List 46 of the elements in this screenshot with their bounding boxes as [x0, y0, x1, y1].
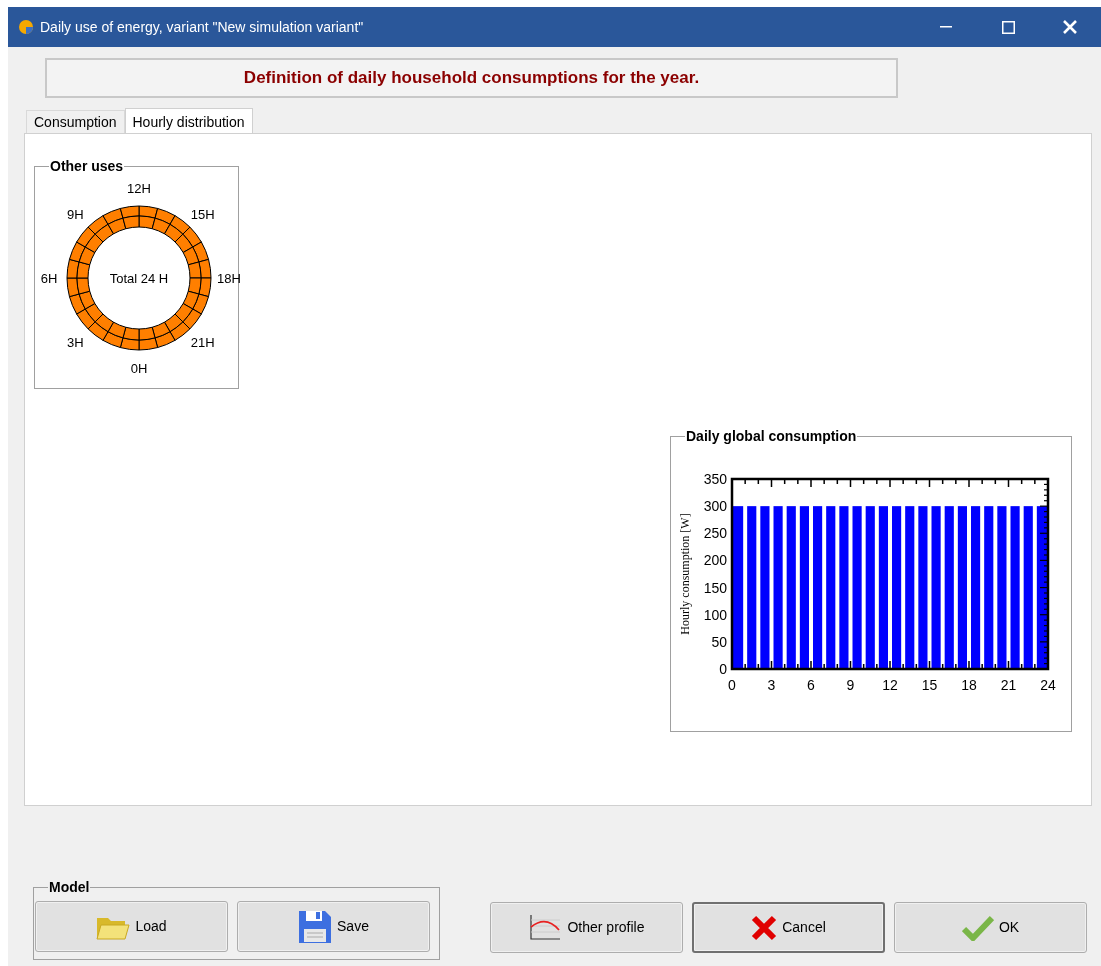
- app-logo-icon: [18, 19, 34, 35]
- header-text: Definition of daily household consumptions for the year.: [243, 67, 700, 90]
- group-title: Daily global consumption: [685, 428, 858, 444]
- x-tick-label: 6: [807, 677, 815, 693]
- hour-label: 3H: [67, 334, 84, 350]
- x-tick-label: 12: [882, 677, 898, 693]
- x-tick-label: 0: [728, 677, 736, 693]
- y-tick-label: 100: [703, 606, 727, 623]
- minimize-icon: [940, 26, 952, 28]
- y-tick-label: 200: [703, 552, 727, 569]
- hour-label: 6H: [40, 271, 58, 286]
- hour-label: 12H: [127, 181, 151, 196]
- y-tick-label: 150: [703, 579, 727, 596]
- x-tick-label: 3: [767, 677, 776, 693]
- dialog-button[interactable]: Load: [35, 901, 228, 952]
- hour-label: 0H: [130, 361, 148, 376]
- hour-label: 18H: [217, 271, 241, 286]
- dialog-button[interactable]: OK: [894, 902, 1087, 953]
- cross-icon: [751, 914, 778, 941]
- dialog-button[interactable]: Save: [237, 901, 430, 952]
- tab[interactable]: Hourly distribution: [124, 108, 253, 134]
- x-tick-label: 21: [1000, 677, 1017, 693]
- y-axis-title: Hourly consumption [W]: [678, 513, 692, 635]
- window-title: Daily use of energy, variant "New simulation variant": [40, 17, 365, 37]
- y-tick-label: 350: [703, 471, 727, 487]
- group-title: Model: [48, 879, 91, 895]
- hour-label: 21H: [190, 334, 215, 350]
- close-icon: [1062, 19, 1078, 35]
- chart-curve-icon: [528, 913, 563, 942]
- ring-center-label: Total 24 H: [109, 271, 169, 286]
- y-tick-label: 50: [711, 633, 727, 650]
- y-tick-label: 300: [703, 498, 727, 515]
- dialog-button[interactable]: Cancel: [692, 902, 885, 953]
- hour-label: 15H: [190, 207, 215, 223]
- group-title: Other uses: [49, 158, 125, 174]
- tab[interactable]: Consumption: [26, 110, 125, 133]
- x-tick-label: 9: [846, 677, 855, 693]
- x-tick-label: 24: [1040, 677, 1056, 693]
- y-tick-label: 250: [703, 525, 727, 542]
- hour-label: 9H: [67, 207, 84, 223]
- x-tick-label: 18: [961, 677, 977, 693]
- checkmark-icon: [961, 914, 994, 941]
- dialog-button[interactable]: Other profile: [490, 902, 683, 953]
- x-tick-label: 15: [921, 677, 938, 693]
- maximize-icon: [1001, 20, 1015, 34]
- y-tick-label: 0: [719, 661, 727, 677]
